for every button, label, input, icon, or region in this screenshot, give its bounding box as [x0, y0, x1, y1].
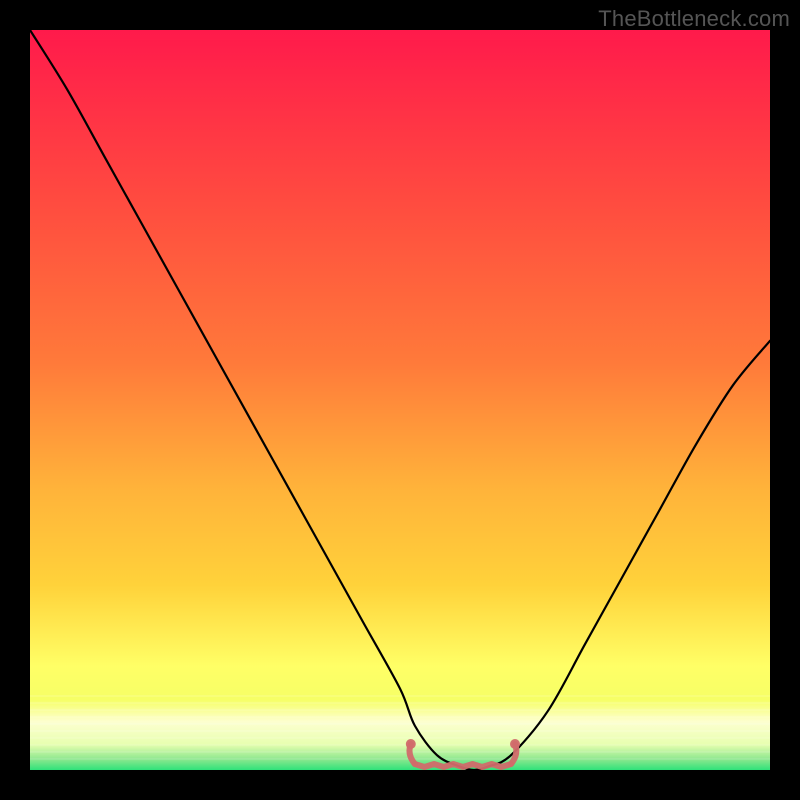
chart-frame: TheBottleneck.com	[0, 0, 800, 800]
plot-area	[30, 30, 770, 770]
bottleneck-curve-chart	[30, 30, 770, 770]
watermark-text: TheBottleneck.com	[598, 6, 790, 32]
